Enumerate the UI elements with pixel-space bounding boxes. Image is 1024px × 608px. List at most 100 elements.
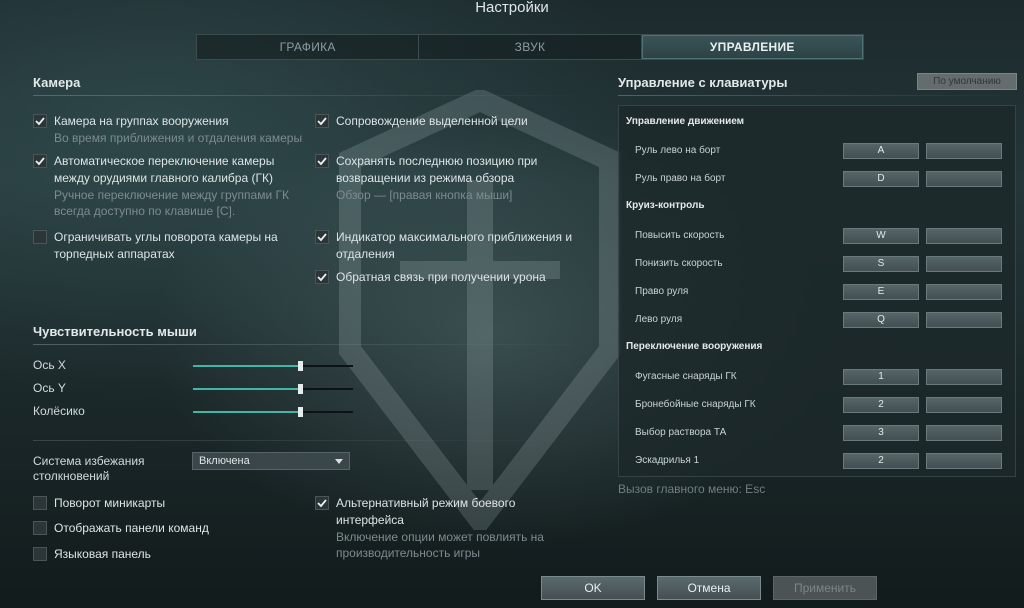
- option-label: Сопровождение выделенной цели: [336, 114, 528, 128]
- checkmark-icon: [317, 117, 327, 126]
- checkbox[interactable]: [33, 230, 47, 244]
- secondary-key-button[interactable]: [926, 397, 1002, 413]
- option-label: Ограничивать углы поворота камеры на тор…: [54, 230, 278, 261]
- ok-button[interactable]: OK: [541, 576, 645, 600]
- checkbox[interactable]: [33, 114, 47, 128]
- camera-option-save-position: Сохранять последнюю позицию при возвраще…: [315, 153, 595, 203]
- keybinding-row: Бронебойные снаряды ГК 2: [619, 397, 1015, 415]
- keybindings-list[interactable]: Управление движением Руль лево на борт A Ру…: [618, 105, 1016, 477]
- keybinding-action-label: Понизить скорость: [635, 258, 723, 269]
- keybinding-action-label: Лево руля: [635, 314, 683, 325]
- group-title: Круиз-контроль: [626, 200, 705, 211]
- primary-key-button[interactable]: 1: [843, 369, 919, 385]
- secondary-key-button[interactable]: [926, 369, 1002, 385]
- tab-controls[interactable]: УПРАВЛЕНИЕ: [641, 35, 863, 59]
- secondary-key-button[interactable]: [926, 228, 1002, 244]
- option-label: Индикатор максимального приближения и от…: [336, 230, 573, 261]
- camera-option-zoom-indicator: Индикатор максимального приближения и от…: [315, 229, 595, 263]
- option-description: Во время приближения и отдаления камеры: [54, 131, 303, 145]
- slider-thumb[interactable]: [298, 384, 304, 394]
- primary-key-button[interactable]: S: [843, 256, 919, 272]
- window-title: Настройки: [475, 0, 549, 16]
- secondary-key-button[interactable]: [926, 453, 1002, 469]
- checkbox[interactable]: [315, 114, 329, 128]
- secondary-key-button[interactable]: [926, 143, 1002, 159]
- checkmark-icon: [317, 157, 327, 166]
- keybinding-action-label: Фугасные снаряды ГК: [635, 371, 737, 382]
- checkmark-icon: [317, 273, 327, 282]
- option-label: Камера на группах вооружения: [54, 114, 229, 128]
- option-description: Включение опции может повлиять на произв…: [336, 530, 544, 560]
- slider-axis-y[interactable]: [193, 384, 353, 394]
- checkbox[interactable]: [33, 547, 47, 561]
- primary-key-button[interactable]: W: [843, 228, 919, 244]
- keybinding-action-label: Бронебойные снаряды ГК: [635, 399, 756, 410]
- slider-fill: [193, 388, 301, 390]
- keybinding-group-header: Переключение вооружения: [619, 341, 1015, 359]
- checkmark-icon: [35, 157, 45, 166]
- settings-tabs: ГРАФИКА ЗВУК УПРАВЛЕНИЕ: [196, 34, 864, 60]
- checkbox[interactable]: [315, 270, 329, 284]
- checkbox[interactable]: [33, 496, 47, 510]
- apply-button[interactable]: Применить: [773, 576, 877, 600]
- slider-wheel[interactable]: [193, 407, 353, 417]
- camera-option-damage-feedback: Обратная связь при получении урона: [315, 269, 595, 286]
- option-label: Поворот миникарты: [54, 496, 166, 510]
- tab-graphics[interactable]: ГРАФИКА: [197, 35, 420, 59]
- collision-label: Система избежания столкновений: [33, 454, 145, 483]
- camera-divider: [33, 95, 593, 96]
- primary-key-button[interactable]: D: [843, 171, 919, 187]
- secondary-key-button[interactable]: [926, 256, 1002, 272]
- mouse-section-title: Чувствительность мыши: [33, 324, 197, 339]
- option-label: Альтернативный режим боевого интерфейса: [336, 496, 516, 527]
- secondary-key-button[interactable]: [926, 171, 1002, 187]
- slider-thumb[interactable]: [298, 407, 304, 417]
- option-language-panel: Языковая панель: [33, 546, 293, 563]
- keybinding-row: Руль право на борт D: [619, 171, 1015, 189]
- checkbox[interactable]: [315, 154, 329, 168]
- keybinding-row: Понизить скорость S: [619, 256, 1015, 274]
- collision-dropdown-value: Включена: [199, 455, 250, 467]
- keybinding-action-label: Руль лево на борт: [635, 145, 721, 156]
- secondary-key-button[interactable]: [926, 284, 1002, 300]
- primary-key-button[interactable]: 3: [843, 425, 919, 441]
- keybinding-group-header: Круиз-контроль: [619, 200, 1015, 218]
- primary-key-button[interactable]: Q: [843, 312, 919, 328]
- primary-key-button[interactable]: A: [843, 143, 919, 159]
- option-label: Сохранять последнюю позицию при возвраще…: [336, 154, 538, 185]
- camera-option-track-target: Сопровождение выделенной цели: [315, 113, 595, 130]
- main-menu-hint: Вызов главного меню: Esc: [618, 482, 766, 496]
- keyboard-divider: [618, 95, 1016, 96]
- checkbox[interactable]: [315, 496, 329, 510]
- keybinding-action-label: Руль право на борт: [635, 173, 726, 184]
- checkbox[interactable]: [315, 230, 329, 244]
- keybinding-row: Выбор раствора ТА 3: [619, 425, 1015, 443]
- keybinding-row: Руль лево на борт A: [619, 143, 1015, 161]
- slider-label-wheel: Колёсико: [33, 404, 85, 418]
- collision-dropdown[interactable]: Включена: [192, 452, 350, 470]
- option-label: Обратная связь при получении урона: [336, 270, 546, 284]
- checkbox[interactable]: [33, 521, 47, 535]
- keyboard-section-title: Управление с клавиатуры: [618, 75, 788, 90]
- keybinding-row: Повысить скорость W: [619, 228, 1015, 246]
- misc-divider: [33, 440, 593, 441]
- slider-label-x: Ось X: [33, 358, 66, 372]
- secondary-key-button[interactable]: [926, 312, 1002, 328]
- slider-axis-x[interactable]: [193, 361, 353, 371]
- option-alt-interface: Альтернативный режим боевого интерфейса …: [315, 495, 605, 561]
- group-title: Переключение вооружения: [626, 341, 763, 352]
- cancel-button[interactable]: Отмена: [657, 576, 761, 600]
- option-minimap-rotation: Поворот миникарты: [33, 495, 293, 512]
- camera-option-torpedo-limit: Ограничивать углы поворота камеры на тор…: [33, 229, 303, 263]
- restore-defaults-button[interactable]: По умолчанию: [917, 73, 1017, 90]
- secondary-key-button[interactable]: [926, 425, 1002, 441]
- primary-key-button[interactable]: E: [843, 284, 919, 300]
- slider-thumb[interactable]: [298, 361, 304, 371]
- checkbox[interactable]: [33, 154, 47, 168]
- keybinding-action-label: Право руля: [635, 286, 689, 297]
- primary-key-button[interactable]: 2: [843, 397, 919, 413]
- keybinding-action-label: Выбор раствора ТА: [635, 427, 727, 438]
- primary-key-button[interactable]: 2: [843, 453, 919, 469]
- tab-sound[interactable]: ЗВУК: [419, 35, 642, 59]
- option-label: Отображать панели команд: [54, 521, 209, 535]
